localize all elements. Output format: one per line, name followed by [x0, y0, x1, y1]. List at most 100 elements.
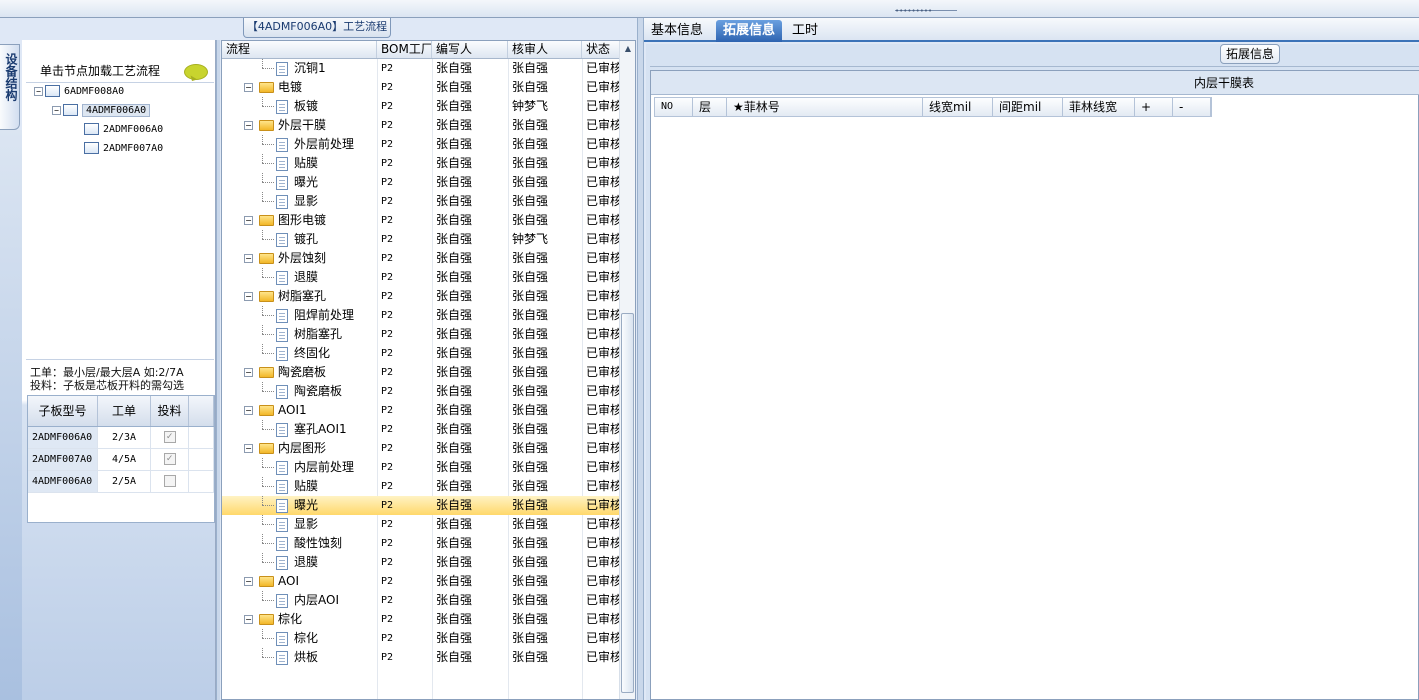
- table-row[interactable]: − 内层图形 P2 张自强 张自强 已审核: [222, 439, 622, 458]
- add-column-header[interactable]: +: [1135, 98, 1173, 116]
- table-row[interactable]: 塞孔AOI1 P2 张自强 张自强 已审核: [222, 420, 622, 439]
- board-icon: [84, 142, 99, 154]
- column-header[interactable]: 核审人: [508, 41, 582, 58]
- left-splitter[interactable]: [216, 40, 220, 700]
- process-rows[interactable]: 沉铜1 P2 张自强 张自强 已审核 − 电镀 P2 张自强 张自强 已审核 板镀 P2 张自强 钟梦飞 已审…: [222, 59, 622, 699]
- feed-checkbox[interactable]: ✓: [163, 431, 176, 443]
- folder-icon: [259, 614, 274, 625]
- tab-device-structure[interactable]: 设备结构: [0, 44, 20, 130]
- column-header[interactable]: BOM工厂: [377, 41, 432, 58]
- collapse-toggle-icon[interactable]: −: [52, 105, 61, 115]
- flow-label: 外层前处理: [294, 137, 355, 151]
- flow-cell: − AOI1: [222, 401, 377, 420]
- feed-cell: [151, 471, 189, 492]
- tree-node[interactable]: 2ADMF006A0: [84, 121, 163, 139]
- table-row[interactable]: − AOI1 P2 张自强 张自强 已审核: [222, 401, 622, 420]
- document-icon: [276, 460, 288, 475]
- table-row[interactable]: 内层AOI P2 张自强 张自强 已审核: [222, 591, 622, 610]
- table-row[interactable]: − 外层蚀刻 P2 张自强 张自强 已审核: [222, 249, 622, 268]
- table-row[interactable]: 4ADMF006A0 2/5A: [28, 471, 214, 493]
- order-cell[interactable]: 2/5A: [98, 471, 151, 492]
- table-row[interactable]: 沉铜1 P2 张自强 张自强 已审核: [222, 59, 622, 78]
- table-row[interactable]: 板镀 P2 张自强 钟梦飞 已审核: [222, 97, 622, 116]
- collapse-toggle-icon[interactable]: −: [244, 83, 253, 92]
- tab-work-hours[interactable]: 工时: [785, 20, 825, 42]
- column-header[interactable]: ★菲林号: [727, 98, 923, 116]
- table-row[interactable]: 外层前处理 P2 张自强 张自强 已审核: [222, 135, 622, 154]
- table-row[interactable]: 棕化 P2 张自强 张自强 已审核: [222, 629, 622, 648]
- collapse-toggle-icon[interactable]: −: [244, 406, 253, 415]
- writer-cell: 张自强: [436, 80, 473, 94]
- table-row[interactable]: 曝光 P2 张自强 张自强 已审核: [222, 173, 622, 192]
- collapse-toggle-icon[interactable]: −: [244, 121, 253, 130]
- table-row[interactable]: 烘板 P2 张自强 张自强 已审核: [222, 648, 622, 667]
- status-cell: 已审核: [586, 365, 622, 379]
- column-header[interactable]: 菲林线宽: [1063, 98, 1135, 116]
- table-row[interactable]: 酸性蚀刻 P2 张自强 张自强 已审核: [222, 534, 622, 553]
- tab-extended-info[interactable]: 拓展信息: [716, 20, 783, 42]
- order-cell[interactable]: 2/3A: [98, 427, 151, 448]
- status-cell: 已审核: [586, 156, 622, 170]
- note-line: 投料：子板是芯板开料的需勾选: [30, 379, 184, 392]
- column-header[interactable]: 间距mil: [993, 98, 1063, 116]
- status-cell: 已审核: [586, 175, 622, 189]
- right-splitter[interactable]: [637, 18, 644, 700]
- feed-checkbox[interactable]: [163, 475, 176, 487]
- collapse-toggle-icon[interactable]: −: [244, 254, 253, 263]
- collapse-toggle-icon[interactable]: −: [244, 216, 253, 225]
- feed-checkbox[interactable]: ✓: [163, 453, 176, 465]
- table-row[interactable]: 贴膜 P2 张自强 张自强 已审核: [222, 477, 622, 496]
- tree-node[interactable]: −6ADMF008A0: [34, 83, 124, 101]
- collapse-toggle-icon[interactable]: −: [244, 615, 253, 624]
- collapse-toggle-icon[interactable]: −: [244, 368, 253, 377]
- table-row[interactable]: 终固化 P2 张自强 张自强 已审核: [222, 344, 622, 363]
- table-row[interactable]: 退膜 P2 张自强 张自强 已审核: [222, 268, 622, 287]
- flow-cell: 内层AOI: [222, 591, 377, 610]
- table-row[interactable]: − AOI P2 张自强 张自强 已审核: [222, 572, 622, 591]
- column-header[interactable]: 层: [693, 98, 727, 116]
- table-row[interactable]: 贴膜 P2 张自强 张自强 已审核: [222, 154, 622, 173]
- table-row[interactable]: 显影 P2 张自强 张自强 已审核: [222, 192, 622, 211]
- structure-tree[interactable]: −6ADMF008A0 −4ADMF006A0 2ADMF006A0 2ADMF…: [26, 82, 214, 360]
- collapse-toggle-icon[interactable]: −: [244, 577, 253, 586]
- table-row-selected[interactable]: 曝光 P2 张自强 张自强 已审核: [222, 496, 622, 515]
- tree-node[interactable]: 2ADMF007A0: [84, 140, 163, 158]
- order-cell[interactable]: 4/5A: [98, 449, 151, 470]
- table-row[interactable]: 退膜 P2 张自强 张自强 已审核: [222, 553, 622, 572]
- column-header[interactable]: 状态: [582, 41, 622, 58]
- table-row[interactable]: − 棕化 P2 张自强 张自强 已审核: [222, 610, 622, 629]
- flow-label: 显影: [294, 194, 319, 208]
- table-row[interactable]: 2ADMF006A0 2/3A ✓: [28, 427, 214, 449]
- table-row[interactable]: 显影 P2 张自强 张自强 已审核: [222, 515, 622, 534]
- collapse-toggle-icon[interactable]: −: [244, 292, 253, 301]
- speech-bubble-icon[interactable]: [184, 64, 208, 80]
- column-header[interactable]: 线宽mil: [923, 98, 993, 116]
- table-row[interactable]: − 外层干膜 P2 张自强 张自强 已审核: [222, 116, 622, 135]
- column-header[interactable]: 工单: [98, 396, 151, 426]
- scroll-thumb[interactable]: [621, 313, 634, 693]
- table-row[interactable]: 内层前处理 P2 张自强 张自强 已审核: [222, 458, 622, 477]
- vertical-scrollbar[interactable]: ▲: [619, 41, 635, 699]
- table-row[interactable]: 陶瓷磨板 P2 张自强 张自强 已审核: [222, 382, 622, 401]
- table-row[interactable]: − 陶瓷磨板 P2 张自强 张自强 已审核: [222, 363, 622, 382]
- tree-node-selected[interactable]: −4ADMF006A0: [52, 102, 151, 120]
- column-header[interactable]: 子板型号: [28, 396, 98, 426]
- column-header[interactable]: 编写人: [432, 41, 508, 58]
- table-row[interactable]: 阻焊前处理 P2 张自强 张自强 已审核: [222, 306, 622, 325]
- table-row[interactable]: 树脂塞孔 P2 张自强 张自强 已审核: [222, 325, 622, 344]
- remove-column-header[interactable]: -: [1173, 98, 1211, 116]
- input-note: 工单：最小层/最大层A 如:2/7A 投料：子板是芯板开料的需勾选: [30, 366, 184, 392]
- collapse-toggle-icon[interactable]: −: [244, 444, 253, 453]
- collapse-toggle-icon[interactable]: −: [34, 86, 43, 96]
- table-row[interactable]: − 电镀 P2 张自强 张自强 已审核: [222, 78, 622, 97]
- table-row[interactable]: − 图形电镀 P2 张自强 张自强 已审核: [222, 211, 622, 230]
- column-header[interactable]: 投料: [151, 396, 189, 426]
- scroll-up-icon[interactable]: ▲: [620, 41, 636, 57]
- splitter-grip[interactable]: •••••••••: [895, 7, 957, 16]
- column-header[interactable]: 流程: [222, 41, 377, 58]
- table-row[interactable]: 2ADMF007A0 4/5A ✓: [28, 449, 214, 471]
- tab-basic-info[interactable]: 基本信息: [644, 20, 710, 42]
- column-header[interactable]: NO: [655, 98, 693, 116]
- table-row[interactable]: − 树脂塞孔 P2 张自强 张自强 已审核: [222, 287, 622, 306]
- table-row[interactable]: 镀孔 P2 张自强 钟梦飞 已审核: [222, 230, 622, 249]
